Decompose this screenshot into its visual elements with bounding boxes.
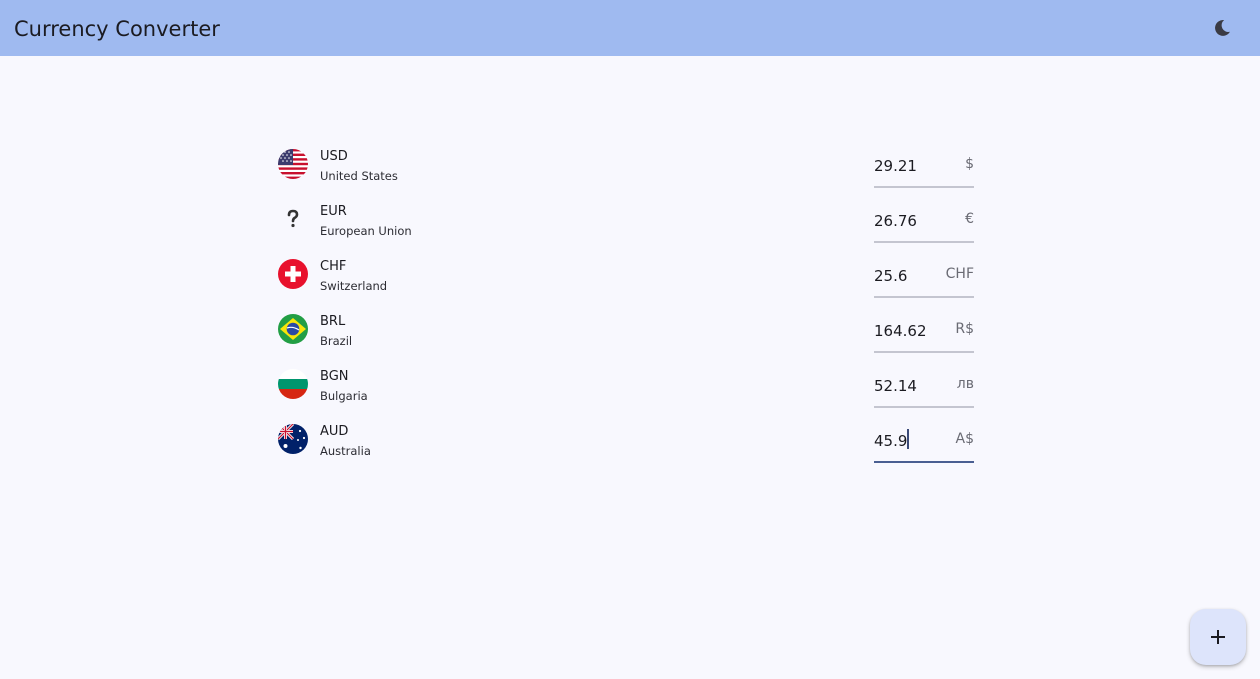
country-name: Australia — [320, 444, 371, 458]
currency-symbol: A$ — [955, 431, 974, 447]
currency-row-eur: EUR European Union € — [278, 195, 974, 250]
currency-symbol: R$ — [955, 321, 974, 337]
australia-flag-icon — [278, 424, 308, 454]
country-name: European Union — [320, 224, 412, 238]
currency-symbol: € — [965, 211, 974, 227]
currency-row-chf: CHF Switzerland CHF — [278, 250, 974, 305]
currency-code: AUD — [320, 424, 349, 439]
currency-row-aud: AUD Australia A$ — [278, 415, 974, 470]
amount-field-usd[interactable]: $ — [874, 152, 974, 188]
amount-input-brl[interactable] — [874, 320, 936, 342]
currency-list: USD United States $ EUR European Union € — [278, 140, 974, 470]
amount-field-chf[interactable]: CHF — [874, 262, 974, 298]
app-title: Currency Converter — [14, 17, 220, 41]
brazil-flag-icon — [278, 314, 308, 344]
amount-field-eur[interactable]: € — [874, 207, 974, 243]
app-bar: Currency Converter — [0, 0, 1260, 56]
amount-input-eur[interactable] — [874, 210, 936, 232]
country-name: Bulgaria — [320, 389, 368, 403]
theme-toggle-button[interactable] — [1206, 12, 1238, 44]
us-flag-icon — [278, 149, 308, 179]
country-name: Switzerland — [320, 279, 388, 293]
amount-field-aud[interactable]: A$ — [874, 427, 974, 463]
amount-input-aud[interactable] — [874, 430, 936, 452]
currency-code: BRL — [320, 314, 346, 329]
currency-code: CHF — [320, 259, 347, 274]
amount-input-chf[interactable] — [874, 265, 936, 287]
text-cursor — [907, 429, 909, 449]
currency-row-usd: USD United States $ — [278, 140, 974, 195]
moon-icon — [1215, 20, 1230, 36]
amount-input-usd[interactable] — [874, 155, 936, 177]
currency-symbol: CHF — [945, 266, 974, 282]
amount-field-bgn[interactable]: лв — [874, 372, 974, 408]
currency-code: USD — [320, 149, 348, 164]
currency-row-bgn: BGN Bulgaria лв — [278, 360, 974, 415]
switzerland-flag-icon — [278, 259, 308, 289]
currency-symbol: лв — [956, 376, 974, 392]
plus-icon — [1211, 630, 1225, 644]
add-currency-button[interactable] — [1190, 609, 1246, 665]
currency-symbol: $ — [965, 156, 974, 172]
country-name: Brazil — [320, 334, 353, 348]
bulgaria-flag-icon — [278, 369, 308, 399]
currency-code: EUR — [320, 204, 347, 219]
question-mark-icon — [278, 204, 308, 234]
amount-field-brl[interactable]: R$ — [874, 317, 974, 353]
currency-code: BGN — [320, 369, 349, 384]
amount-input-bgn[interactable] — [874, 375, 936, 397]
country-name: United States — [320, 169, 398, 183]
currency-row-brl: BRL Brazil R$ — [278, 305, 974, 360]
